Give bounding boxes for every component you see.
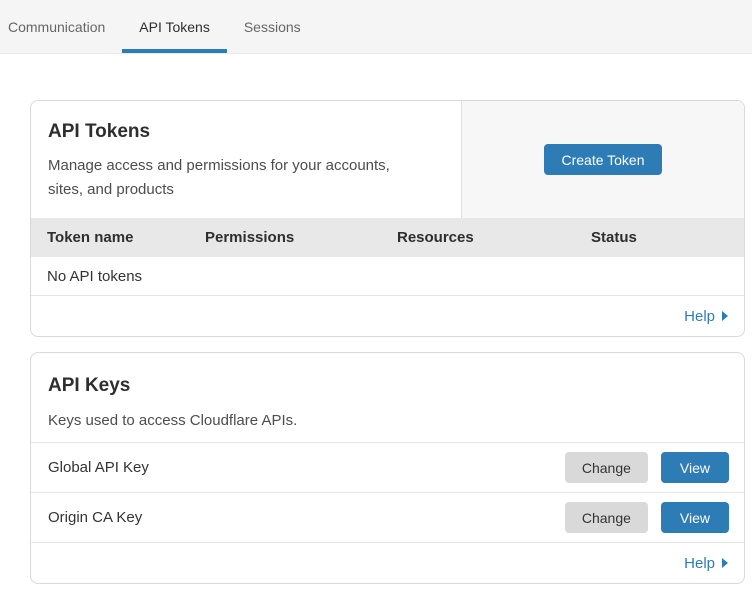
global-api-key-view-button[interactable]: View xyxy=(661,452,729,483)
origin-ca-key-change-button[interactable]: Change xyxy=(565,502,648,533)
api-keys-card-header: API Keys Keys used to access Cloudflare … xyxy=(31,353,744,443)
create-token-button[interactable]: Create Token xyxy=(544,144,661,175)
tokens-col-status: Status xyxy=(575,229,744,246)
tokens-table-header: Token name Permissions Resources Status xyxy=(31,218,744,257)
help-arrow-icon xyxy=(722,558,728,568)
tab-api-tokens[interactable]: API Tokens xyxy=(122,0,227,53)
api-tokens-action-panel: Create Token xyxy=(461,101,744,218)
api-keys-title: API Keys xyxy=(48,375,727,397)
global-api-key-label: Global API Key xyxy=(48,459,565,476)
api-tokens-card-header: API Tokens Manage access and permissions… xyxy=(31,101,744,218)
tab-bar: Communication API Tokens Sessions xyxy=(0,0,752,54)
keys-help-label: Help xyxy=(684,555,715,572)
global-api-key-change-button[interactable]: Change xyxy=(565,452,648,483)
api-tokens-card: API Tokens Manage access and permissions… xyxy=(30,100,745,337)
tab-sessions[interactable]: Sessions xyxy=(227,0,318,53)
tokens-col-resources: Resources xyxy=(381,229,575,246)
keys-help-link[interactable]: Help xyxy=(684,555,728,572)
api-tokens-subtitle: Manage access and permissions for your a… xyxy=(48,154,403,202)
origin-ca-key-label: Origin CA Key xyxy=(48,509,565,526)
origin-ca-key-row: Origin CA Key Change View xyxy=(31,493,744,543)
tokens-col-permissions: Permissions xyxy=(189,229,381,246)
api-tokens-title: API Tokens xyxy=(48,121,444,143)
origin-ca-key-view-button[interactable]: View xyxy=(661,502,729,533)
global-api-key-row: Global API Key Change View xyxy=(31,443,744,493)
tokens-empty-message: No API tokens xyxy=(47,268,142,285)
tokens-help-row: Help xyxy=(31,296,744,336)
api-keys-subtitle: Keys used to access Cloudflare APIs. xyxy=(48,409,403,433)
tokens-help-label: Help xyxy=(684,308,715,325)
tokens-help-link[interactable]: Help xyxy=(684,308,728,325)
tokens-col-token-name: Token name xyxy=(31,229,189,246)
api-tokens-card-header-text: API Tokens Manage access and permissions… xyxy=(31,101,461,218)
tab-communication[interactable]: Communication xyxy=(8,0,122,53)
keys-help-row: Help xyxy=(31,543,744,583)
help-arrow-icon xyxy=(722,311,728,321)
tokens-empty-row: No API tokens xyxy=(31,257,744,296)
api-keys-card: API Keys Keys used to access Cloudflare … xyxy=(30,352,745,584)
